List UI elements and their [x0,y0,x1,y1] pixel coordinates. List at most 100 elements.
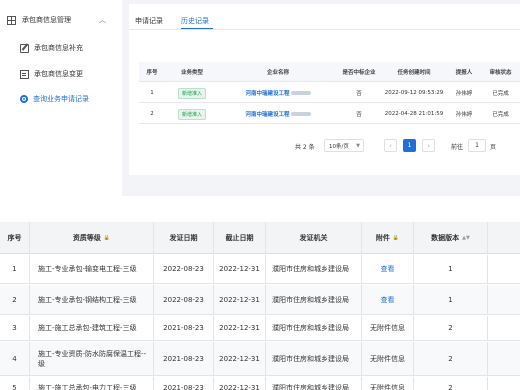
table-row[interactable]: 5 施工-施工总承包-电力工程-三级 2021-08-23 2022-12-31… [0,377,520,390]
qualification-level: 施工-专业承包-输变电工程-三级 [30,255,154,283]
extra-cell [488,255,520,283]
data-version: 2 [414,342,488,375]
pagination: 共 2 条 10条/页 ▼ ‹ 1 › 前往 1 页 [129,139,520,153]
row-number: 3 [0,316,30,340]
sidebar-group-header[interactable]: 承包商信息管理 ︿ [0,13,122,27]
view-attachment-link[interactable]: 查看 [362,285,414,314]
prev-page-button[interactable]: ‹ [384,139,397,152]
expire-date: 2022-12-31 [214,342,266,375]
business-type-badge: 新增准入 [177,87,206,99]
goto-unit-label: 页 [490,144,497,151]
company-cell: 河南中瑞建设工程 [219,104,337,124]
column-header: 任务创建时间 [397,70,431,76]
winning-flag: 否 [356,91,362,97]
issuing-authority: 濮阳市住房和城乡建设局 [266,285,362,314]
sidebar-item-change[interactable]: 承包商信息变更 [0,67,122,81]
row-number: 4 [0,342,30,375]
created-time: 2022-09-12 09:53:29 [384,90,444,96]
created-time: 2022-04-28 21:01:59 [384,111,444,117]
column-header-extra [488,222,520,253]
qualification-level: 施工-施工总承包-建筑工程-三级 [30,316,154,340]
issue-date: 2021-08-23 [154,316,214,340]
sort-icon[interactable]: ▲▼ [462,235,470,241]
table-row[interactable]: 1 新增准入 河南中瑞建设工程 否 2022-09-12 09:53:29 孙伟… [139,83,520,103]
table-row[interactable]: 3 施工-施工总承包-建筑工程-三级 2021-08-23 2022-12-31… [0,316,520,341]
redacted-text [290,91,311,95]
table-row[interactable]: 1 施工-专业承包-输变电工程-三级 2022-08-23 2022-12-31… [0,255,520,284]
submitter: 孙伟婷 [455,112,473,118]
tab-history-records[interactable]: 历史记录 [181,16,209,26]
total-count: 共 2 条 [295,144,315,151]
winning-flag: 否 [356,112,362,118]
sidebar-item-query-records[interactable]: 查询业务申请记录 [0,92,122,106]
main-content: 申请记录 历史记录 序号 业务类型 企业名称 是否中标企业 任务创建时间 提报人… [129,4,520,175]
sidebar-group-label: 承包商信息管理 [22,16,71,24]
tab-apply-records[interactable]: 申请记录 [135,16,163,26]
column-header: 截止日期 [214,222,266,253]
row-number: 2 [0,285,30,314]
submitter: 孙伟婷 [455,91,473,97]
tab-divider [129,29,520,30]
extra-cell [488,342,520,375]
expire-date: 2022-12-31 [214,316,266,340]
data-version: 2 [414,377,488,390]
lock-icon: 🔒 [103,234,111,241]
extra-cell [488,316,520,340]
issue-date: 2021-08-23 [154,342,214,375]
column-header: 发证机关 [266,222,362,253]
review-status: 已完成 [492,112,509,118]
data-version: 1 [414,285,488,314]
view-attachment-link[interactable]: 查看 [362,255,414,283]
lock-icon: 🔒 [392,234,400,241]
edit-icon [20,43,29,53]
issuing-authority: 濮阳市住房和城乡建设局 [266,377,362,390]
business-type-cell: 新增准入 [165,83,219,103]
qualification-panel: 序号 资质等级 🔒 发证日期 截止日期 发证机关 附件 🔒 数据版本 ▲▼ 1 施工-… [0,222,520,390]
goto-page-input[interactable]: 1 [468,139,486,152]
table-row[interactable]: 4 施工-专业资质-防水防腐保温工程--级 2021-08-23 2022-12… [0,342,520,376]
sidebar-item-supplement[interactable]: 承包商信息补充 [0,41,122,55]
column-header: 发证日期 [154,222,214,253]
card-icon [20,69,29,79]
column-header: 是否中标企业 [342,70,376,76]
column-header-label: 资质等级 [72,233,101,242]
expire-date: 2022-12-31 [214,377,266,390]
table-row[interactable]: 2 新增准入 河南中瑞建设工程 否 2022-04-28 21:01:59 孙伟… [139,104,520,124]
row-number: 1 [150,90,154,96]
issue-date: 2022-08-23 [154,255,214,283]
expire-date: 2022-12-31 [214,255,266,283]
next-page-button[interactable]: › [422,139,435,152]
column-header-label: 附件 [375,233,390,242]
extra-cell [488,377,520,390]
column-header-attachment: 附件 🔒 [362,222,414,253]
company-name-link[interactable]: 河南中瑞建设工程 [245,110,289,118]
qualification-level: 施工-专业承包-钢结构工程-三级 [30,285,154,314]
business-type-cell: 新增准入 [165,104,219,124]
page-size-value: 10条/页 [329,143,349,150]
table-header: 序号 业务类型 企业名称 是否中标企业 任务创建时间 提报人 审核状态 [139,62,520,82]
row-number: 2 [150,111,154,117]
issuing-authority: 濮阳市住房和城乡建设局 [266,342,362,375]
business-type-badge: 新增准入 [177,108,206,120]
chevron-down-icon: ▼ [356,143,360,149]
table-header: 序号 资质等级 🔒 发证日期 截止日期 发证机关 附件 🔒 数据版本 ▲▼ [0,222,520,254]
sidebar-item-label: 查询业务申请记录 [33,95,89,103]
qualification-level: 施工-专业资质-防水防腐保温工程--级 [30,342,154,375]
chevron-up-icon: ︿ [99,16,106,24]
column-header: 审核状态 [489,70,512,76]
issuing-authority: 濮阳市住房和城乡建设局 [266,255,362,283]
gear-icon [20,95,28,103]
qualification-level: 施工-施工总承包-电力工程-三级 [30,377,154,390]
attachment-status: 无附件信息 [362,377,414,390]
column-header-label: 数据版本 [431,233,460,242]
column-header: 业务类型 [180,70,203,76]
table-row[interactable]: 2 施工-专业承包-钢结构工程-三级 2022-08-23 2022-12-31… [0,285,520,315]
extra-cell [488,285,520,314]
column-header-version[interactable]: 数据版本 ▲▼ [414,222,488,253]
data-version: 1 [414,255,488,283]
page-number-button[interactable]: 1 [403,139,416,152]
page-size-select[interactable]: 10条/页 ▼ [324,139,364,152]
issuing-authority: 濮阳市住房和城乡建设局 [266,316,362,340]
redacted-text [290,112,311,116]
company-name-link[interactable]: 河南中瑞建设工程 [245,89,289,97]
